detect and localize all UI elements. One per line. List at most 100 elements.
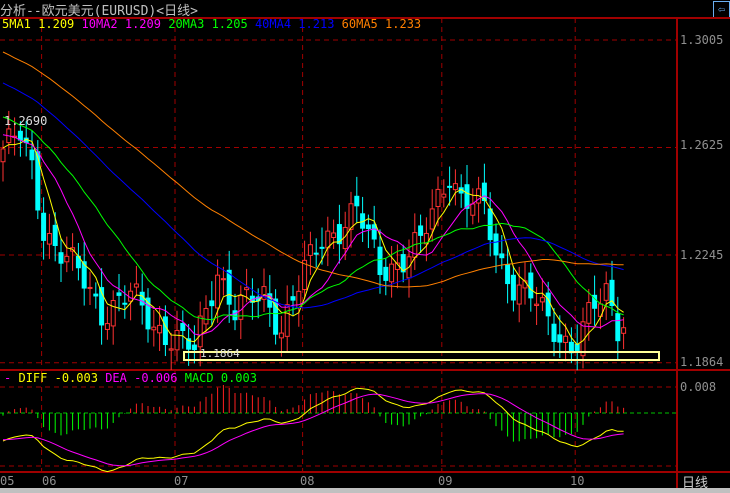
candle-body [29,149,35,161]
low-highlight-box [183,351,660,361]
ma1-value: 1.209 [38,17,75,31]
candle-body [505,264,511,285]
macd-tick: 0.008 [680,380,717,394]
candle-body [209,300,215,307]
candle-body [603,283,609,301]
candle-body [389,263,395,283]
candle-body [528,272,534,299]
ma3-label: 20MA3 [168,17,205,31]
price-tick: 1.2245 [680,248,724,262]
dea-value: -0.006 [134,371,178,385]
candle-body [58,252,64,264]
diff-label: DIFF [18,371,48,385]
date-tick: 05 [0,474,15,488]
diff-value: -0.003 [54,371,98,385]
ma5-label: 60MA5 [341,17,378,31]
candle-body [215,274,221,309]
candle-body [104,323,110,330]
candle-body [464,184,470,209]
candle-body [116,292,122,296]
candle-body [493,233,499,256]
date-tick: 07 [174,474,189,488]
candle-body [510,274,516,301]
ma2-label: 10MA2 [81,17,118,31]
candle-body [621,327,627,334]
candle-body [354,195,360,207]
date-tick: 08 [300,474,315,488]
candle-body [447,185,453,188]
candle-body [563,335,569,343]
candle-body [441,193,447,198]
ma-line-60ma5 [2,51,624,288]
candle-body [278,332,284,339]
candle-body [110,300,116,327]
macd-label: MACD [184,371,214,385]
chart-window: 分析--欧元美元(EURUSD)<日线> ⇦ 5MA1 1.209 10MA2 … [0,0,730,493]
candle-body [313,252,319,255]
ma-line-5ma1 [2,138,624,346]
candle-body [139,291,145,306]
price-tick: 1.1864 [680,355,724,369]
candle-body [534,303,540,306]
candle-body [180,323,186,331]
candle-body [365,224,371,230]
candle-body [197,315,203,348]
candle-body [371,224,377,240]
candle-body [383,266,389,281]
candle-body [64,255,70,263]
candle-body [174,329,180,351]
candle-body [191,344,197,351]
candle-body [52,224,58,246]
dea-label: DEA [105,371,127,385]
candle-body [220,278,226,281]
candle-body [87,286,93,289]
high-annotation: 1.2690 [4,114,48,128]
candle-body [157,324,163,334]
macd-prefix: - [4,371,12,385]
candle-body [377,246,383,276]
candle-body [452,183,458,191]
price-tick: 1.3005 [680,33,724,47]
ma5-value: 1.233 [385,17,422,31]
candle-body [545,292,551,317]
candle-body [203,308,209,325]
ma-legend: 5MA1 1.209 10MA2 1.209 20MA3 1.205 40MA4… [2,17,421,31]
date-tick: 10 [570,474,585,488]
candle-body [539,297,545,303]
candle-body [551,323,557,342]
ma4-value: 1.213 [298,17,335,31]
candle-body [499,253,505,259]
status-strip [0,488,730,493]
candle-body [487,208,493,241]
candle-body [557,334,563,343]
candle-body [232,310,238,321]
ma4-label: 40MA4 [254,17,292,31]
price-tick: 1.2625 [680,138,724,152]
candle-body [331,232,337,238]
ma3-value: 1.205 [211,17,248,31]
candle-body [46,233,52,245]
candle-body [162,316,168,346]
candle-body [615,313,621,342]
ma2-value: 1.209 [124,17,161,31]
macd-legend: - DIFF -0.003 DEA -0.006 MACD 0.003 [4,371,257,385]
candle-body [0,148,6,163]
candle-body [168,348,174,351]
candle-body [586,302,592,324]
date-tick: 09 [438,474,453,488]
candle-body [35,151,41,211]
period-label[interactable]: 日线 [682,472,708,491]
candle-body [41,212,47,241]
candle-body [319,246,325,249]
candle-body [307,244,313,256]
candle-body [429,208,435,230]
candle-body [244,287,250,291]
candle-body [226,269,232,305]
chart-canvas[interactable] [0,0,730,493]
candle-body [122,302,128,305]
macd-value: 0.003 [220,371,257,385]
candle-body [151,326,157,331]
ma1-label: 5MA1 [2,17,31,31]
candle-body [290,296,296,301]
candle-body [17,130,23,141]
